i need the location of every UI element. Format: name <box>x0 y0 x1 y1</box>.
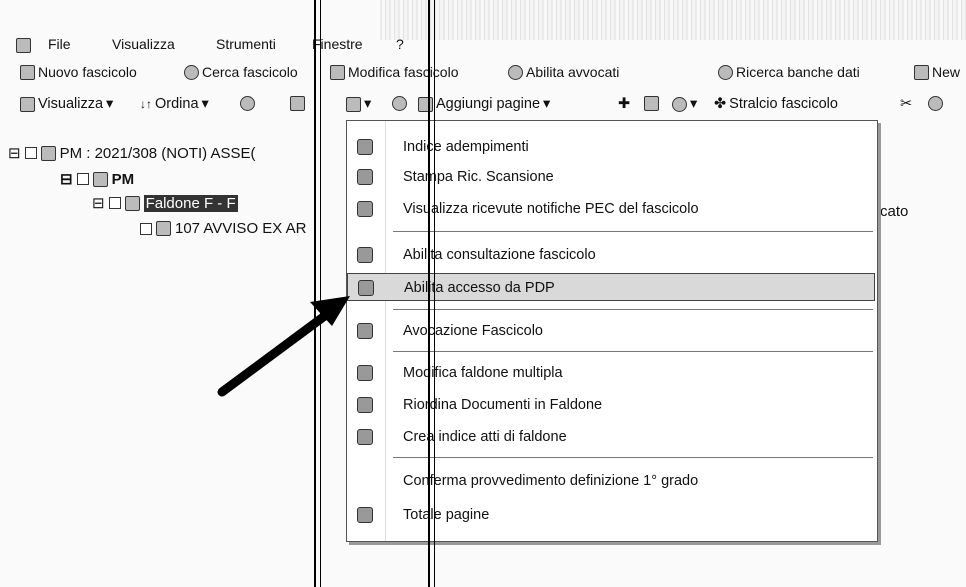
pointer-arrow-icon <box>217 296 350 397</box>
